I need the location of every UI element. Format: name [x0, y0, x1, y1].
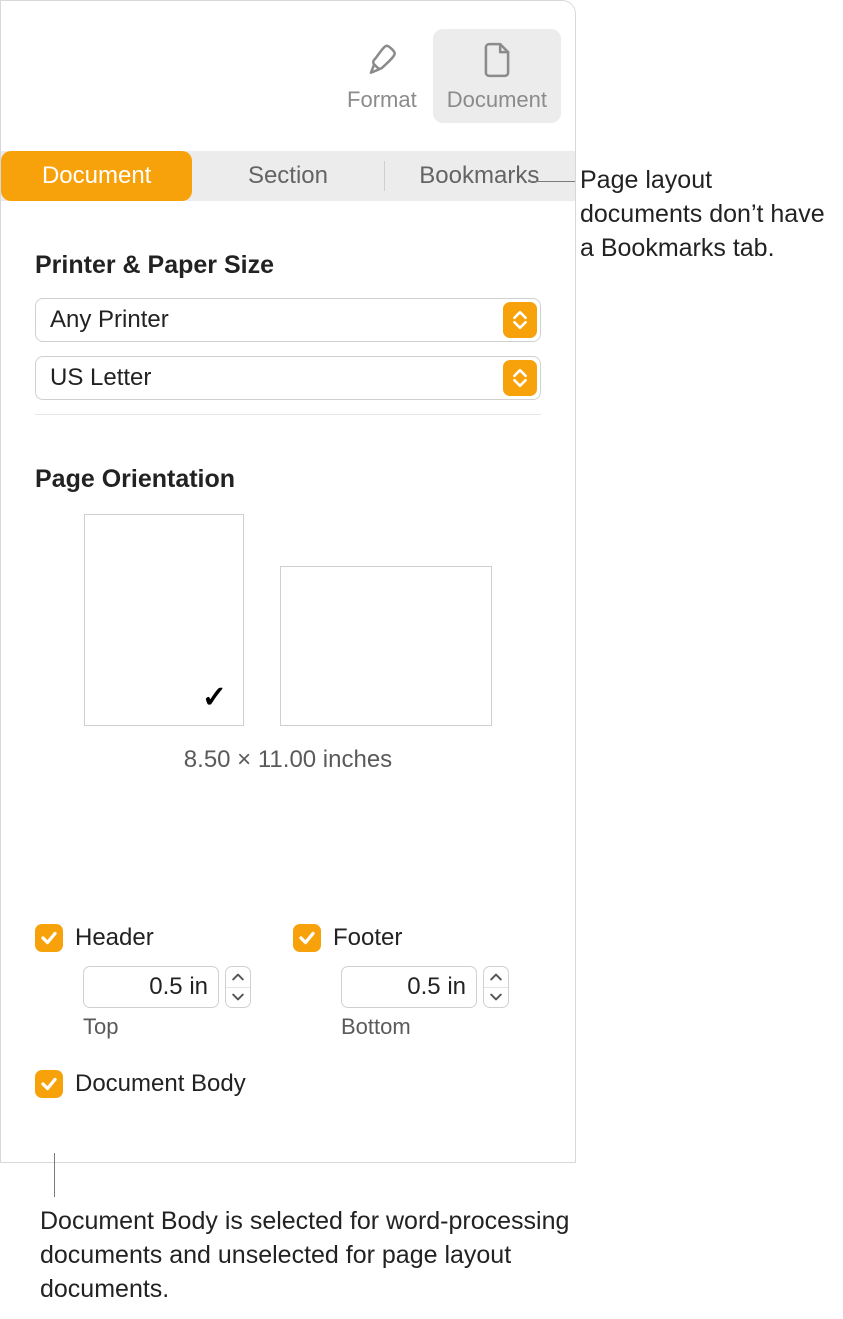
footer-margin-field[interactable]: 0.5 in: [341, 966, 477, 1008]
header-position-label: Top: [83, 1014, 283, 1040]
printer-paper-title: Printer & Paper Size: [35, 251, 541, 280]
divider: [35, 414, 541, 415]
format-button[interactable]: Format: [333, 29, 431, 123]
footer-checkbox[interactable]: [293, 924, 321, 952]
page-dimensions: 8.50 × 11.00 inches: [35, 746, 541, 774]
tab-document[interactable]: Document: [1, 151, 192, 201]
orientation-options: ✓: [35, 514, 541, 726]
chevron-down-icon: [226, 988, 250, 1008]
document-button[interactable]: Document: [433, 29, 561, 123]
header-margin-stepper[interactable]: [225, 966, 251, 1008]
header-margin-field[interactable]: 0.5 in: [83, 966, 219, 1008]
paper-size-value: US Letter: [50, 364, 503, 392]
inspector-tabs: Document Section Bookmarks: [1, 151, 575, 201]
orientation-portrait[interactable]: ✓: [84, 514, 244, 726]
document-body-label: Document Body: [75, 1070, 246, 1098]
footer-label: Footer: [333, 924, 402, 952]
document-icon: [478, 41, 516, 79]
footer-margin-stepper[interactable]: [483, 966, 509, 1008]
checkmark-icon: ✓: [202, 680, 227, 715]
inspector-panel: Format Document Document Section Bookmar…: [0, 0, 576, 1163]
tab-bookmarks[interactable]: Bookmarks: [384, 151, 575, 201]
footer-position-label: Bottom: [341, 1014, 541, 1040]
document-body-checkbox[interactable]: [35, 1070, 63, 1098]
callout-leader: [528, 181, 575, 182]
tab-section[interactable]: Section: [192, 151, 383, 201]
orientation-title: Page Orientation: [35, 465, 541, 494]
printer-value: Any Printer: [50, 306, 503, 334]
chevron-down-icon: [484, 988, 508, 1008]
callout-leader: [54, 1153, 55, 1197]
header-label: Header: [75, 924, 154, 952]
callout-bookmarks: Page layout documents don’t have a Bookm…: [580, 164, 836, 265]
header-checkbox[interactable]: [35, 924, 63, 952]
header-footer-row: Header 0.5 in Top Footer: [35, 924, 541, 1040]
chevron-up-down-icon: [503, 302, 537, 338]
callout-document-body: Document Body is selected for word-proce…: [40, 1205, 600, 1306]
brush-icon: [363, 41, 401, 79]
chevron-up-down-icon: [503, 360, 537, 396]
toolbar: Format Document: [1, 1, 575, 151]
chevron-up-icon: [484, 967, 508, 988]
paper-size-popup[interactable]: US Letter: [35, 356, 541, 400]
document-label: Document: [447, 87, 547, 113]
orientation-landscape[interactable]: [280, 566, 492, 726]
format-label: Format: [347, 87, 417, 113]
printer-popup[interactable]: Any Printer: [35, 298, 541, 342]
inspector-content: Printer & Paper Size Any Printer US Lett…: [1, 251, 575, 1162]
chevron-up-icon: [226, 967, 250, 988]
